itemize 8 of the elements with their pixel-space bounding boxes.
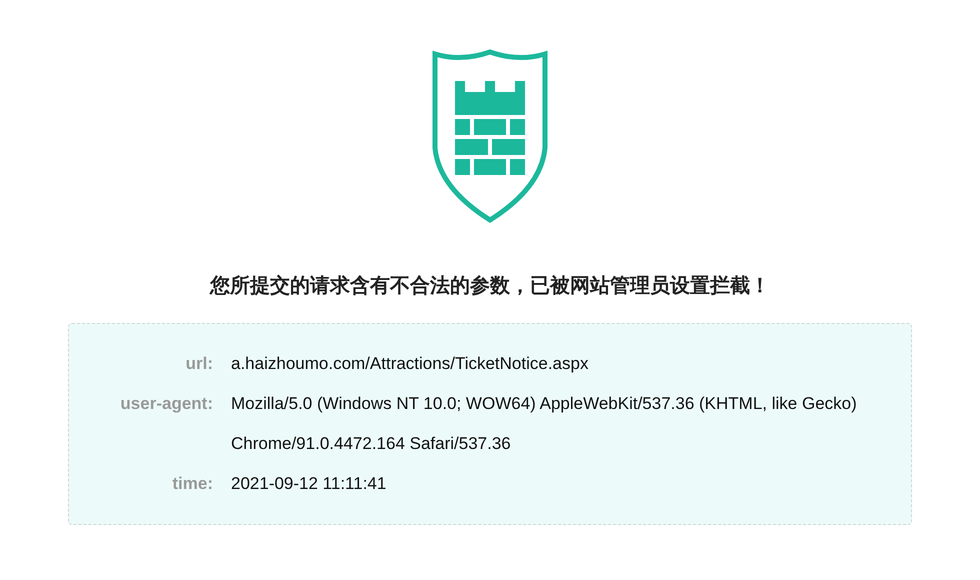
shield-icon bbox=[431, 48, 549, 224]
detail-value: a.haizhoumo.com/Attractions/TicketNotice.aspx bbox=[231, 353, 590, 375]
error-heading: 您所提交的请求含有不合法的参数，已被网站管理员设置拦截！ bbox=[210, 272, 770, 299]
detail-value: Mozilla/5.0 (Windows NT 10.0; WOW64) AppleWebKit/537.36 (KHTML, like Gecko) Chrome/91.0.4472.164 Safari/537.36 bbox=[231, 393, 858, 455]
detail-label: user-agent: bbox=[119, 393, 213, 415]
detail-label: time: bbox=[171, 473, 213, 495]
detail-value: 2021-09-12 11:11:41 bbox=[231, 473, 388, 495]
detail-label: url: bbox=[184, 353, 213, 375]
